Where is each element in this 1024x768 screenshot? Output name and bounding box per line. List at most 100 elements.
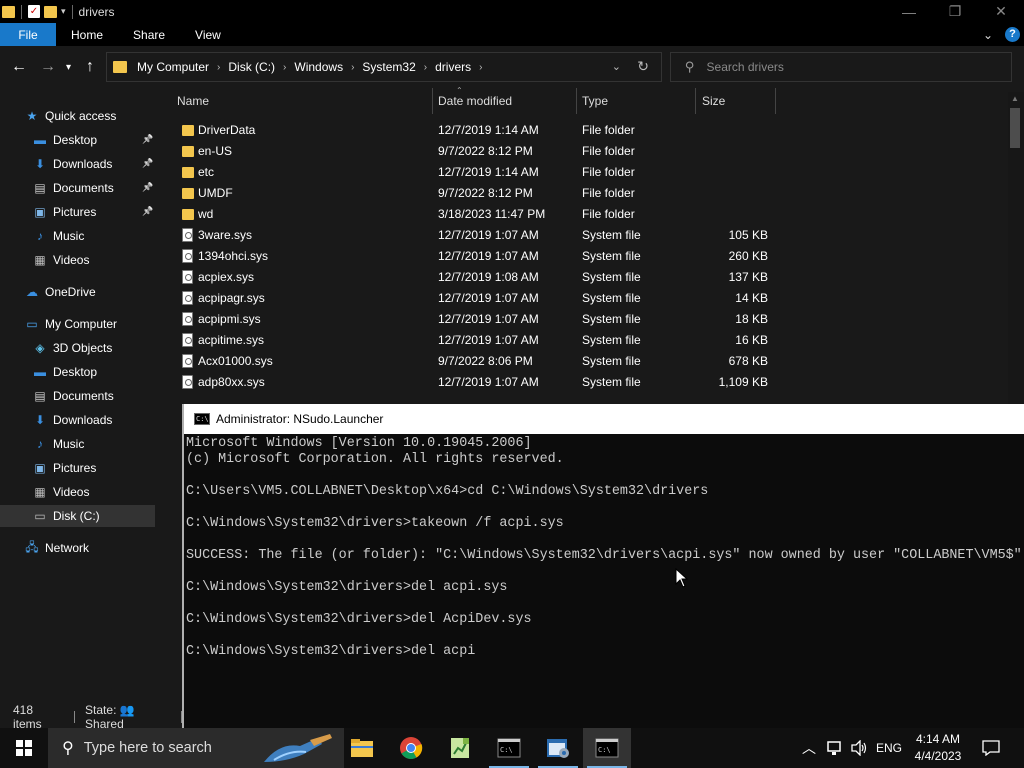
customize-toolbar-icon[interactable]: ▾ (61, 6, 66, 17)
nav-quick-access[interactable]: ★ Quick access (24, 105, 117, 127)
taskbar-search-input[interactable]: Type here to search (84, 740, 212, 756)
tab-file[interactable]: File (0, 23, 56, 46)
up-icon[interactable]: ↑ (86, 58, 94, 76)
refresh-icon[interactable]: ↻ (637, 58, 649, 75)
chevron-right-icon[interactable]: › (479, 62, 482, 73)
pin-icon[interactable]: 📌 (142, 206, 153, 217)
pin-icon[interactable]: 📌 (142, 158, 153, 169)
taskbar-file-explorer[interactable] (338, 728, 386, 768)
volume-tray[interactable] (850, 728, 868, 768)
file-row[interactable]: acpipmi.sys 12/7/2019 1:07 AM System file 1… (158, 309, 1008, 330)
nav-pc-disk-c-[interactable]: ▭ Disk (C:) (0, 505, 155, 527)
file-name: 1394ohci.sys (198, 249, 269, 263)
start-button[interactable] (0, 728, 48, 768)
status-bar: 418 items State: 👥 Shared (0, 703, 182, 731)
chevron-right-icon[interactable]: › (283, 62, 286, 73)
crumb-system32[interactable]: System32 (362, 60, 415, 74)
nav-quick-videos[interactable]: ▦ Videos (32, 249, 89, 271)
nav-onedrive[interactable]: ☁ OneDrive (24, 281, 96, 303)
search-input[interactable]: Search drivers (707, 60, 784, 74)
vertical-scrollbar[interactable]: ▲ (1008, 92, 1024, 404)
language-indicator[interactable]: ENG (876, 728, 902, 768)
taskbar-chrome[interactable] (387, 728, 435, 768)
help-icon[interactable]: ? (1005, 27, 1020, 42)
file-row[interactable]: acpipagr.sys 12/7/2019 1:07 AM System file… (158, 288, 1008, 309)
pin-icon[interactable]: 📌 (142, 134, 153, 145)
file-type: File folder (582, 144, 635, 158)
taskbar-sheet-app[interactable] (436, 728, 484, 768)
nav-pc-videos[interactable]: ▦ Videos (32, 481, 89, 503)
nav-pc-documents[interactable]: ▤ Documents (32, 385, 113, 407)
recent-locations-icon[interactable]: ▾ (66, 62, 71, 73)
taskbar-cmd-2[interactable]: C:\ (583, 728, 631, 768)
videos-icon: ▦ (34, 253, 46, 267)
crumb-drivers[interactable]: drivers (435, 60, 471, 74)
chevron-right-icon[interactable]: › (351, 62, 354, 73)
nav-pc-3d-objects[interactable]: ◈ 3D Objects (32, 337, 112, 359)
nav-pc-desktop[interactable]: ▬ Desktop (32, 361, 97, 383)
notifications-button[interactable] (982, 728, 1000, 768)
file-row[interactable]: adp80xx.sys 12/7/2019 1:07 AM System file 1… (158, 372, 1008, 393)
pictures-icon: ▣ (34, 205, 46, 219)
file-row[interactable]: 3ware.sys 12/7/2019 1:07 AM System file 105… (158, 225, 1008, 246)
expand-ribbon-icon[interactable]: ⌄ (983, 28, 993, 42)
nav-quick-downloads[interactable]: ⬇ Downloads (32, 153, 112, 175)
crumb-disk-c[interactable]: Disk (C:) (228, 60, 275, 74)
column-date-modified[interactable]: Date modified (433, 88, 577, 114)
new-folder-icon[interactable] (44, 5, 57, 18)
nav-quick-pictures[interactable]: ▣ Pictures (32, 201, 96, 223)
file-type: System file (582, 249, 641, 263)
show-hidden-icons[interactable]: ︿ (802, 728, 816, 768)
scrollbar-thumb[interactable] (1010, 108, 1020, 148)
file-row[interactable]: UMDF 9/7/2022 8:12 PM File folder (158, 183, 1008, 204)
nav-quick-desktop[interactable]: ▬ Desktop (32, 129, 97, 151)
back-icon[interactable]: ← (11, 58, 27, 76)
tab-home[interactable]: Home (56, 23, 118, 46)
nav-my-computer[interactable]: ▭ My Computer (24, 313, 117, 335)
nav-quick-documents[interactable]: ▤ Documents (32, 177, 113, 199)
column-type[interactable]: Type (577, 88, 696, 114)
chevron-right-icon[interactable]: › (424, 62, 427, 73)
column-size[interactable]: Size (696, 88, 776, 114)
search-box[interactable]: ⚲ Search drivers (670, 52, 1012, 82)
console-window[interactable]: C:\ Administrator: NSudo.Launcher Micros… (182, 404, 1024, 728)
file-row[interactable]: acpiex.sys 12/7/2019 1:08 AM System file 13… (158, 267, 1008, 288)
taskbar-cmd-1[interactable]: C:\ (485, 728, 533, 768)
system-clock[interactable]: 4:14 AM 4/4/2023 (908, 731, 968, 765)
taskbar-settings-app[interactable] (534, 728, 582, 768)
star-icon: ★ (26, 109, 38, 123)
nav-quick-music[interactable]: ♪ Music (32, 225, 84, 247)
nav-network[interactable]: 🖧 Network (24, 537, 89, 559)
column-name[interactable]: Name (158, 88, 433, 114)
chevron-right-icon[interactable]: › (217, 62, 220, 73)
maximize-button[interactable]: ❐ (932, 0, 978, 23)
network-tray[interactable] (826, 728, 844, 768)
pin-icon[interactable]: 📌 (142, 182, 153, 193)
file-date: 12/7/2019 1:07 AM (438, 291, 539, 305)
nav-pc-music[interactable]: ♪ Music (32, 433, 84, 455)
address-bar[interactable]: My Computer › Disk (C:) › Windows › Syst… (106, 52, 662, 82)
file-row[interactable]: DriverData 12/7/2019 1:14 AM File folder (158, 120, 1008, 141)
file-row[interactable]: Acx01000.sys 9/7/2022 8:06 PM System file 6… (158, 351, 1008, 372)
address-dropdown-icon[interactable]: ⌄ (612, 60, 621, 73)
properties-icon[interactable]: ✓ (28, 5, 40, 18)
file-row[interactable]: etc 12/7/2019 1:14 AM File folder (158, 162, 1008, 183)
scroll-up-icon[interactable]: ▲ (1011, 94, 1019, 103)
minimize-button[interactable]: — (886, 0, 932, 23)
nav-pc-pictures[interactable]: ▣ Pictures (32, 457, 96, 479)
file-row[interactable]: 1394ohci.sys 12/7/2019 1:07 AM System file… (158, 246, 1008, 267)
file-size: 137 KB (728, 270, 768, 284)
file-row[interactable]: en-US 9/7/2022 8:12 PM File folder (158, 141, 1008, 162)
close-button[interactable]: ✕ (978, 0, 1024, 23)
console-title-bar[interactable]: C:\ Administrator: NSudo.Launcher (184, 404, 1024, 434)
tab-view[interactable]: View (180, 23, 236, 46)
taskbar-search[interactable]: ⚲ Type here to search (48, 728, 344, 768)
tab-share[interactable]: Share (118, 23, 180, 46)
file-row[interactable]: acpitime.sys 12/7/2019 1:07 AM System file… (158, 330, 1008, 351)
forward-icon[interactable]: → (40, 58, 56, 76)
file-row[interactable]: wd 3/18/2023 11:47 PM File folder (158, 204, 1008, 225)
folder-icon (113, 61, 127, 73)
crumb-my-computer[interactable]: My Computer (137, 60, 209, 74)
nav-pc-downloads[interactable]: ⬇ Downloads (32, 409, 112, 431)
crumb-windows[interactable]: Windows (294, 60, 343, 74)
